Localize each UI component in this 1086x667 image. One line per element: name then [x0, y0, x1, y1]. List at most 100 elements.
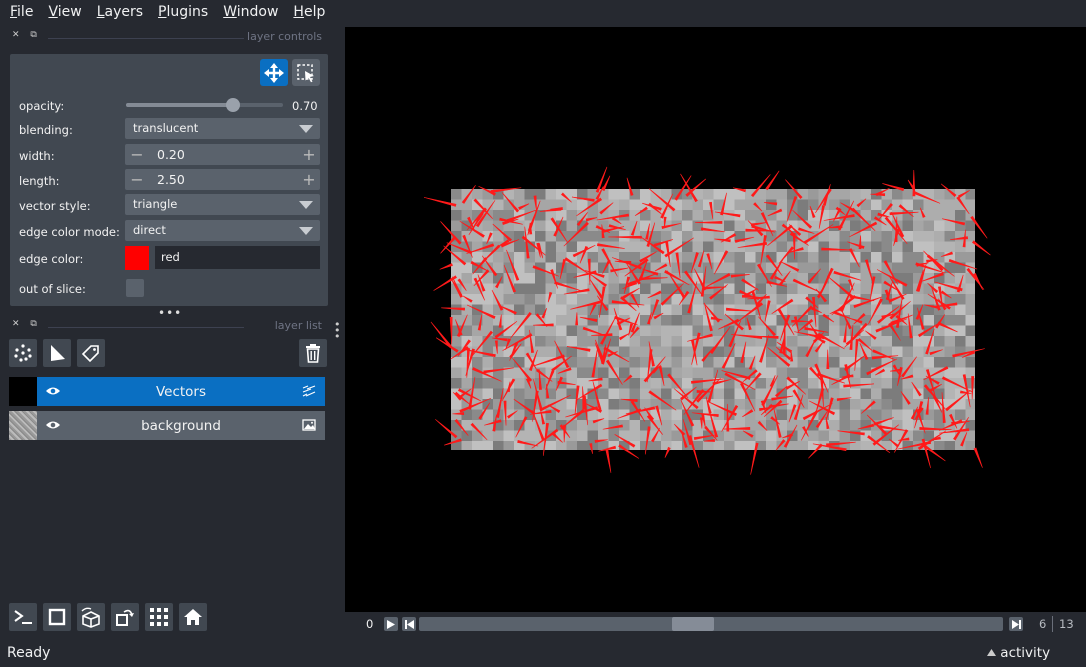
pan-zoom-button[interactable] [260, 59, 288, 86]
vector-triangle [767, 208, 783, 217]
vector-triangle [750, 174, 771, 198]
dock-buttons[interactable]: ✕ ⧉ [12, 30, 41, 40]
new-shapes-layer-button[interactable] [43, 339, 71, 367]
opacity-slider[interactable] [126, 98, 283, 112]
vector-triangle [539, 207, 562, 212]
vector-triangle [547, 291, 553, 303]
vector-triangle [926, 254, 955, 277]
vector-triangle [741, 278, 760, 291]
vector-triangle [614, 434, 636, 448]
layer-list-title: layer list [274, 319, 322, 332]
vector-triangle [857, 423, 875, 430]
layer-name: background [141, 418, 221, 434]
splitter-handle[interactable]: ••• [158, 306, 182, 320]
ndisplay-button[interactable] [43, 603, 71, 631]
transpose-dims-button[interactable] [111, 603, 139, 631]
vector-triangle [461, 185, 476, 204]
layer-row-body[interactable]: Vectors [37, 377, 325, 406]
vector-triangle [484, 419, 502, 426]
delete-layer-button[interactable] [299, 339, 327, 367]
length-decrement-button[interactable]: − [129, 169, 145, 190]
menu-window[interactable]: Window [218, 4, 283, 20]
vector-style-combobox[interactable]: triangle [125, 194, 320, 215]
play-button[interactable] [384, 617, 398, 631]
dock-buttons[interactable]: ✕ ⧉ [12, 319, 41, 329]
vector-triangle [929, 349, 943, 356]
length-increment-button[interactable]: + [301, 169, 317, 190]
cube-icon [81, 607, 100, 628]
edge-color-mode-combobox[interactable]: direct [125, 220, 320, 241]
out-of-slice-checkbox[interactable] [126, 279, 144, 297]
vector-triangle [925, 397, 929, 415]
layer-row-body[interactable]: background [37, 411, 325, 440]
vector-triangle [594, 439, 608, 443]
viewer-canvas[interactable] [345, 27, 1086, 612]
first-frame-button[interactable] [402, 617, 416, 631]
dims-slider-track[interactable] [419, 617, 1003, 631]
grid-view-button[interactable] [145, 603, 173, 631]
current-frame[interactable]: 6 [1039, 617, 1046, 631]
layer-name: Vectors [155, 384, 207, 400]
menu-plugins[interactable]: Plugins [153, 4, 213, 20]
vector-triangle [883, 260, 899, 285]
vector-triangle [726, 403, 730, 432]
vector-triangle [591, 347, 598, 378]
vector-triangle [778, 246, 795, 264]
dims-slider-handle[interactable] [672, 617, 714, 631]
vector-triangle [687, 281, 698, 314]
vector-triangle [793, 316, 800, 333]
width-label: width: [19, 149, 55, 163]
reset-view-button[interactable] [179, 603, 207, 631]
vector-triangle [470, 422, 488, 441]
edge-color-input[interactable]: red [155, 246, 320, 269]
edge-color-swatch[interactable] [125, 246, 149, 270]
new-points-layer-button[interactable] [9, 339, 37, 367]
opacity-slider-handle[interactable] [226, 98, 240, 112]
vector-triangle [773, 408, 782, 438]
vector-triangle [639, 277, 668, 281]
vector-triangle [658, 365, 665, 386]
vector-triangle [811, 307, 822, 314]
vector-triangle [576, 383, 603, 401]
new-labels-layer-button[interactable] [77, 339, 105, 367]
vector-triangle [571, 196, 595, 202]
menu-file[interactable]: File [5, 4, 38, 20]
vector-triangle [888, 438, 900, 448]
vector-triangle [742, 409, 754, 418]
vector-triangle [550, 269, 558, 289]
width-value: 0.20 [157, 147, 185, 162]
layer-row-vectors[interactable]: Vectors [9, 377, 325, 406]
menu-view[interactable]: View [43, 4, 86, 20]
vector-triangle [941, 392, 946, 423]
vector-triangle [948, 258, 978, 270]
vector-triangle [748, 355, 756, 370]
vector-triangle [550, 217, 568, 243]
width-spinbox[interactable]: − 0.20 + [125, 144, 320, 165]
vector-triangle [818, 205, 825, 229]
last-frame-button[interactable] [1009, 617, 1023, 631]
vector-triangle [921, 272, 944, 282]
blending-combobox[interactable]: translucent [125, 118, 320, 139]
vector-triangle [907, 313, 913, 339]
vector-triangle [507, 410, 518, 419]
vector-triangle [837, 430, 865, 436]
width-increment-button[interactable]: + [301, 144, 317, 165]
out-of-slice-label: out of slice: [19, 282, 86, 296]
width-decrement-button[interactable]: − [129, 144, 145, 165]
vector-triangle [626, 177, 634, 196]
vector-triangle [599, 202, 614, 215]
console-button[interactable] [9, 603, 37, 631]
vector-triangle [618, 444, 640, 459]
vector-triangle [771, 298, 794, 314]
vertical-splitter-handle[interactable]: • • • [334, 319, 341, 342]
chevron-down-icon [299, 201, 313, 209]
select-vectors-button[interactable] [292, 59, 320, 86]
activity-button[interactable]: activity [987, 645, 1050, 661]
roll-dims-button[interactable] [77, 603, 105, 631]
vector-triangle [753, 202, 763, 212]
menu-help[interactable]: Help [288, 4, 330, 20]
menu-layers[interactable]: Layers [92, 4, 148, 20]
dims-slider-row: 0 6 13 [345, 612, 1086, 638]
layer-row-background[interactable]: background [9, 411, 325, 440]
length-spinbox[interactable]: − 2.50 + [125, 169, 320, 190]
